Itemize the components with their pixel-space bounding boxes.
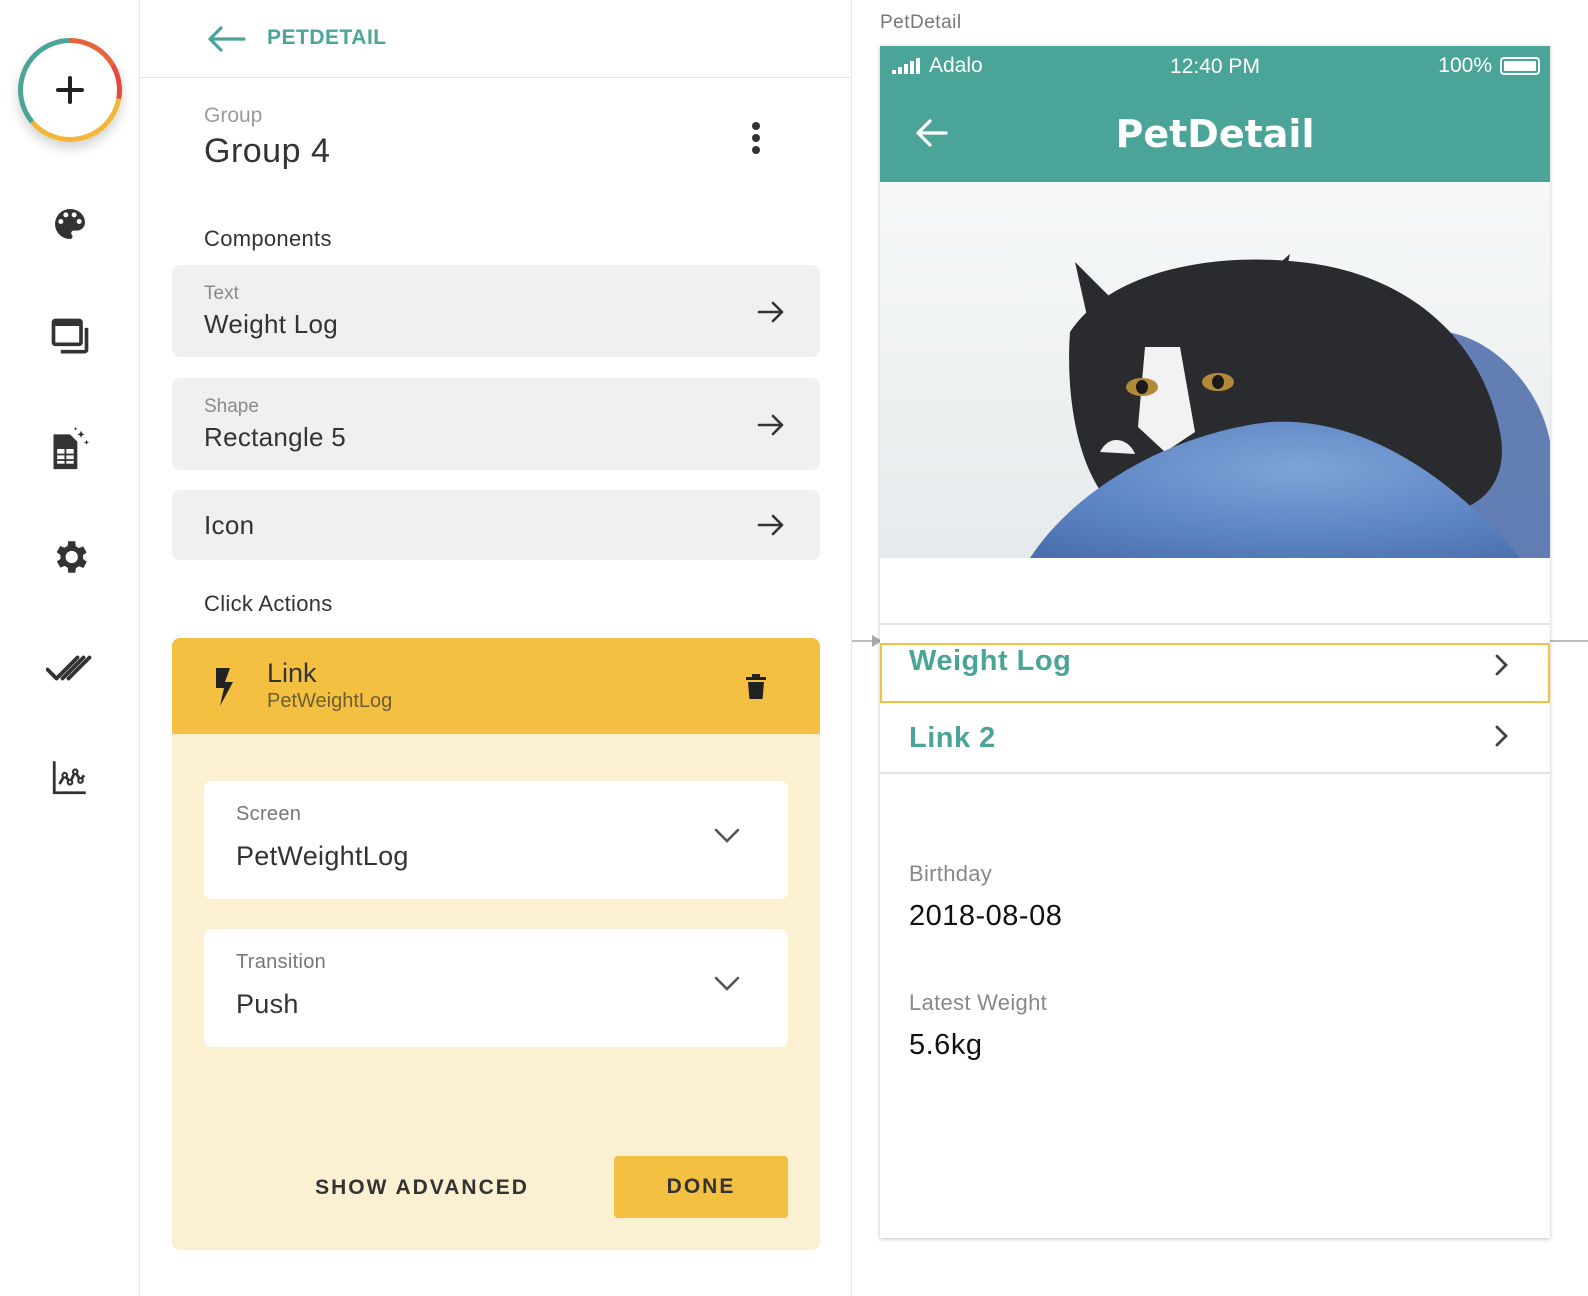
latest-weight-value: 5.6kg	[909, 1029, 983, 1061]
chevron-right-icon	[1494, 724, 1510, 748]
add-icon	[23, 43, 117, 137]
screen-select[interactable]: Screen PetWeightLog	[204, 781, 788, 899]
list-item-label: Weight Log	[909, 645, 1072, 677]
action-subtitle: PetWeightLog	[267, 690, 393, 712]
birthday-label: Birthday	[909, 861, 993, 886]
canvas-area: PetDetail Adalo 12:40 PM 100% PetDetail	[852, 0, 1588, 1296]
transition-select-label: Transition	[236, 951, 327, 973]
list-item-weight-log[interactable]: Weight Log	[880, 643, 1550, 703]
birthday-value: 2018-08-08	[909, 900, 1063, 932]
show-advanced-button[interactable]: SHOW ADVANCED	[292, 1168, 552, 1208]
components-section-title: Components	[204, 226, 332, 251]
screen-name-label[interactable]: PetDetail	[880, 12, 962, 34]
screen-select-label: Screen	[236, 803, 302, 825]
action-title: Link	[267, 658, 317, 688]
app-root: PETDETAIL Group Group 4 Components Text …	[0, 0, 1588, 1296]
back-arrow-icon[interactable]	[206, 24, 246, 54]
list-item-label: Link 2	[909, 722, 996, 754]
navbar-title: PetDetail	[1115, 112, 1315, 156]
more-options-icon[interactable]	[744, 118, 768, 158]
chevron-down-icon	[714, 827, 740, 845]
component-name: Icon	[204, 510, 255, 540]
transition-select[interactable]: Transition Push	[204, 929, 788, 1047]
app-navbar: PetDetail	[880, 86, 1550, 182]
component-type: Shape	[204, 396, 259, 417]
gear-icon[interactable]	[45, 532, 95, 582]
list-item-link-2[interactable]: Link 2	[880, 706, 1550, 772]
transition-select-value: Push	[236, 989, 299, 1019]
chevron-right-icon	[1494, 653, 1510, 677]
component-item-icon[interactable]: Icon	[172, 490, 820, 560]
add-component-button[interactable]	[18, 38, 122, 142]
action-header[interactable]: Link PetWeightLog	[172, 638, 820, 734]
component-name: Rectangle 5	[204, 422, 347, 452]
database-icon[interactable]	[45, 424, 95, 474]
done-button[interactable]: DONE	[614, 1156, 788, 1218]
properties-panel: PETDETAIL Group Group 4 Components Text …	[140, 0, 852, 1296]
divider	[880, 623, 1550, 625]
chevron-down-icon	[714, 975, 740, 993]
divider	[880, 772, 1550, 774]
status-bar: Adalo 12:40 PM 100%	[880, 46, 1550, 86]
component-type: Text	[204, 283, 239, 304]
screens-icon[interactable]	[45, 312, 95, 362]
back-button-label[interactable]: PETDETAIL	[267, 26, 387, 50]
arrow-right-icon	[756, 510, 786, 540]
group-name: Group 4	[204, 132, 331, 170]
arrow-right-icon	[756, 297, 786, 327]
arrow-right-icon	[756, 410, 786, 440]
component-name: Weight Log	[204, 309, 339, 339]
phone-screen-preview[interactable]: Adalo 12:40 PM 100% PetDetail Weight Log…	[880, 46, 1550, 1238]
component-item-shape[interactable]: Shape Rectangle 5	[172, 378, 820, 470]
click-actions-section-title: Click Actions	[204, 591, 333, 616]
trash-icon[interactable]	[746, 674, 766, 700]
group-type-label: Group	[204, 104, 263, 127]
analytics-icon[interactable]	[45, 752, 95, 802]
battery-icon	[1500, 57, 1540, 75]
left-toolbar	[0, 0, 140, 1296]
link-connector-arrow	[852, 635, 882, 647]
pet-photo[interactable]	[880, 182, 1550, 558]
lightning-bolt-icon	[212, 666, 238, 708]
link-connector-line	[1550, 640, 1588, 642]
publish-check-icon[interactable]	[45, 643, 95, 693]
link-action-card: Link PetWeightLog Screen PetWeightLog Tr…	[172, 638, 820, 1250]
palette-icon[interactable]	[45, 199, 95, 249]
panel-header: PETDETAIL	[140, 0, 852, 78]
battery-percent: 100%	[1438, 54, 1492, 77]
latest-weight-label: Latest Weight	[909, 990, 1048, 1015]
screen-select-value: PetWeightLog	[236, 841, 409, 871]
component-item-text[interactable]: Text Weight Log	[172, 265, 820, 357]
